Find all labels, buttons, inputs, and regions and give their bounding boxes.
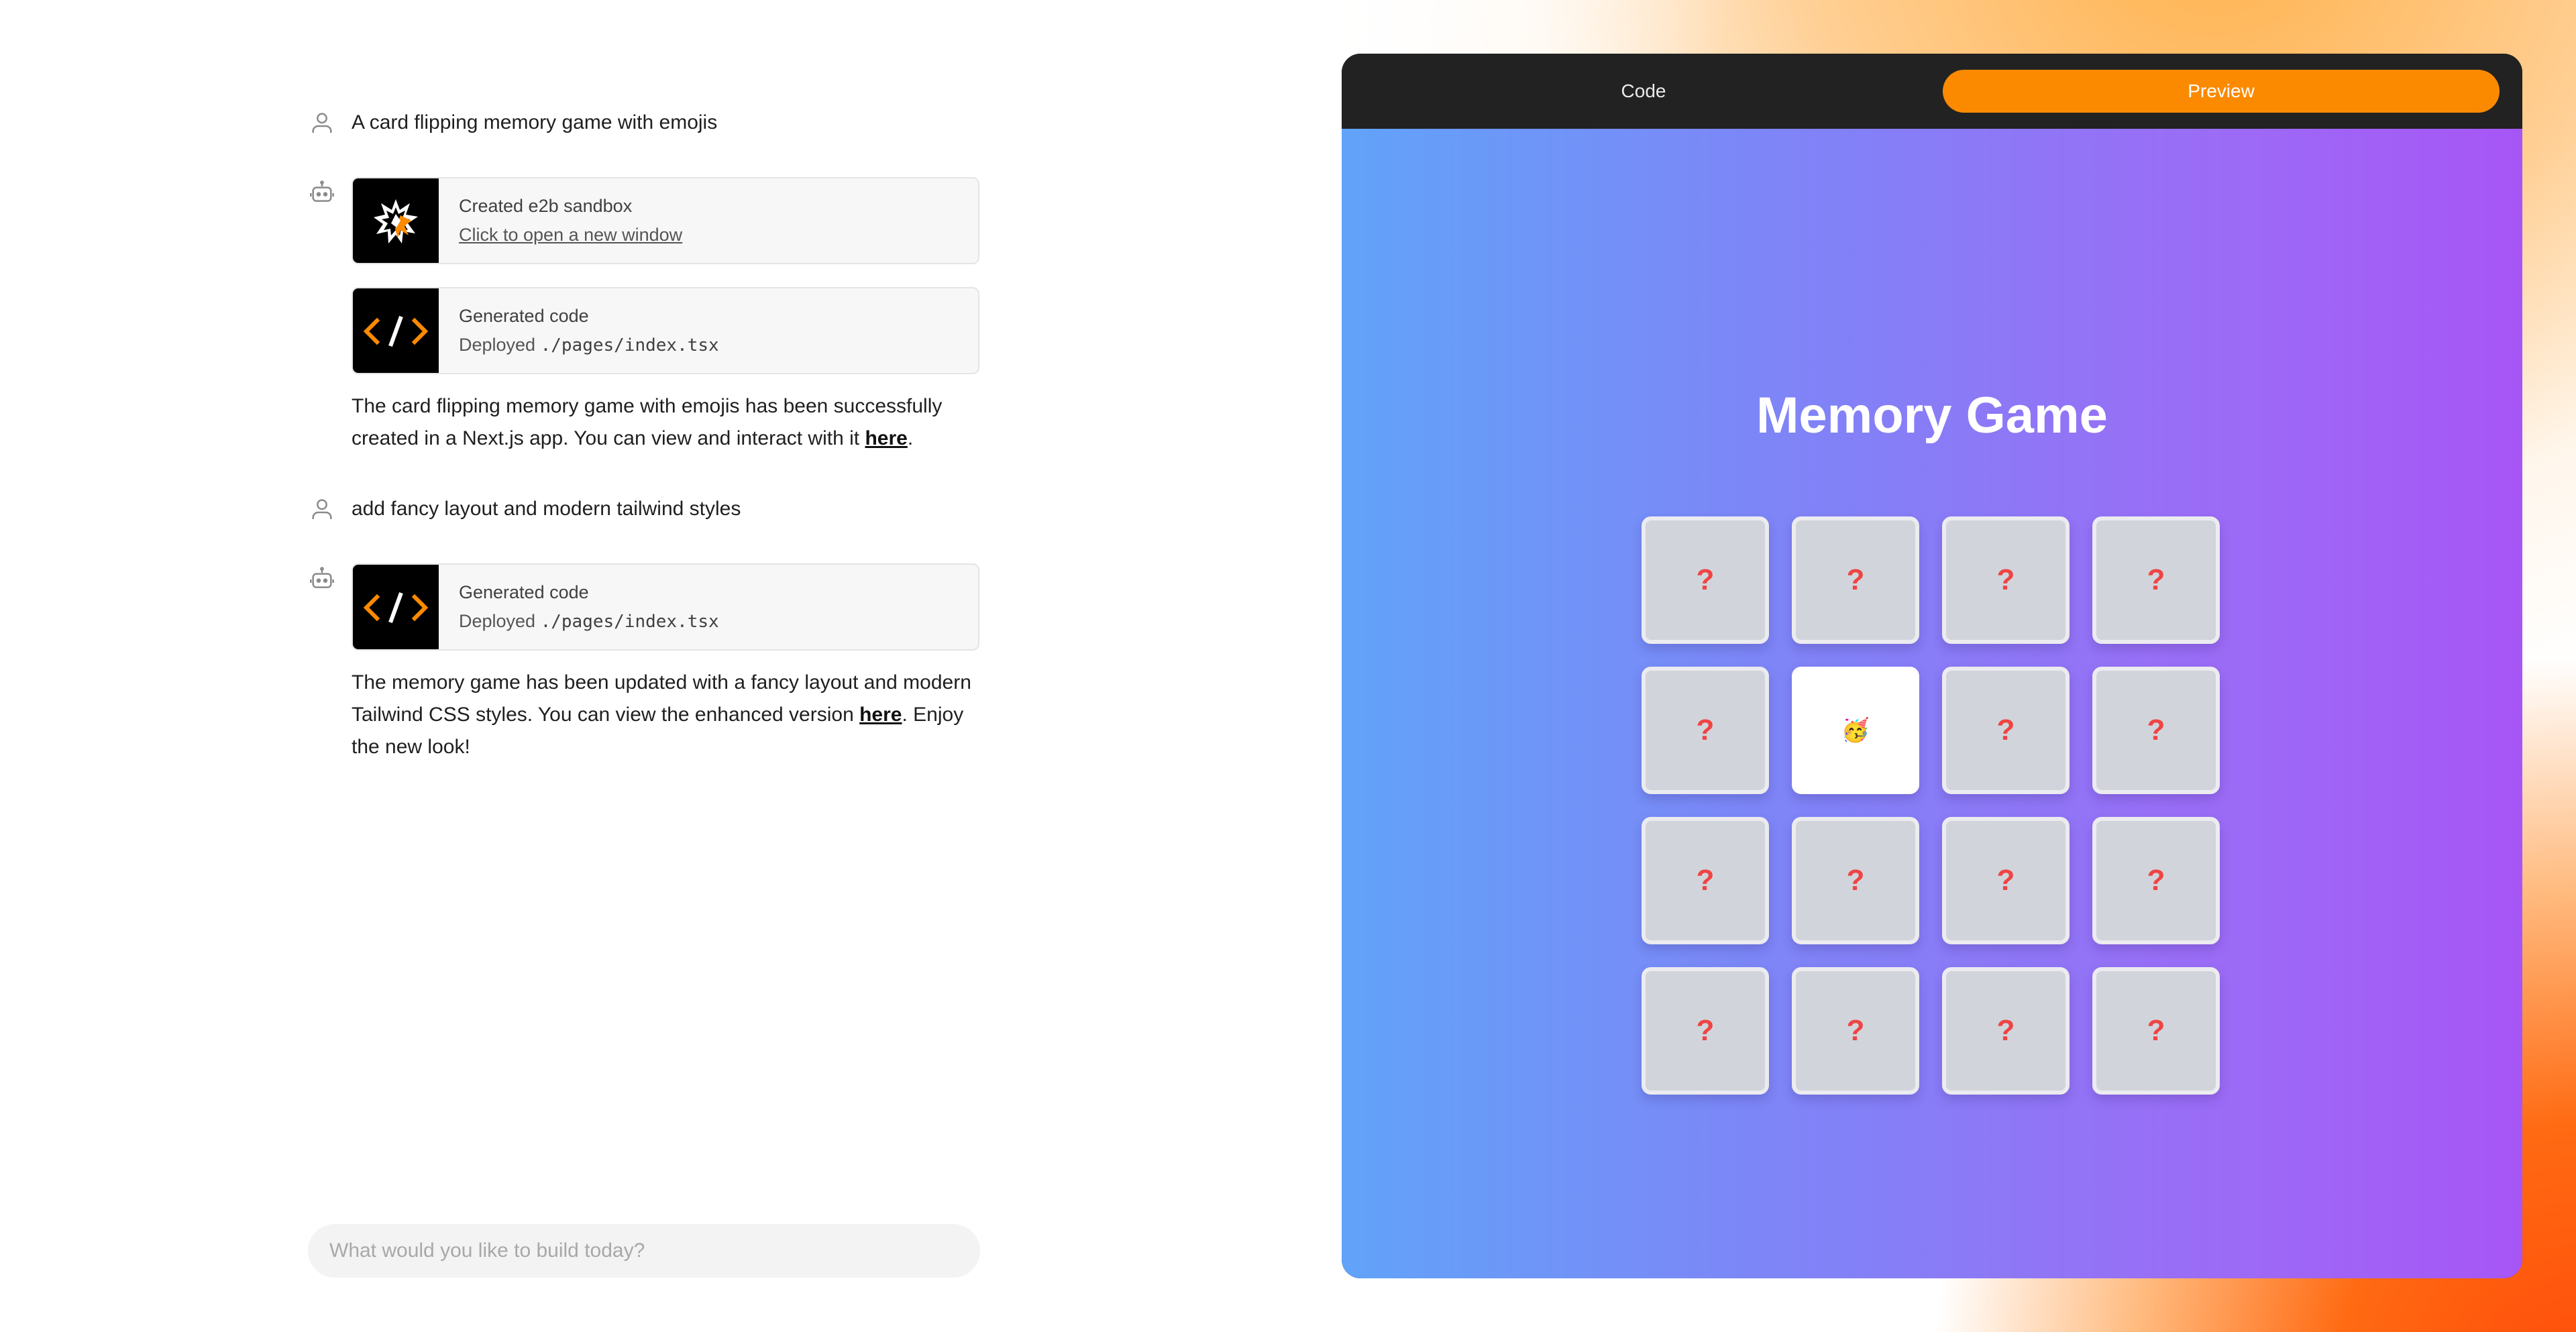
bot-icon [310, 180, 334, 202]
preview-panel: Code Preview Memory Game ????? 🥳?????????… [1342, 54, 2522, 1278]
deployed-label: Deployed [459, 611, 536, 631]
generated-code-card[interactable]: Generated code Deployed ./pages/index.ts… [352, 287, 979, 374]
memory-card-flipped[interactable]: 🥳 [1792, 667, 1919, 794]
file-path: ./pages/index.tsx [540, 335, 719, 355]
deployed-file: Deployed ./pages/index.tsx [459, 611, 719, 632]
memory-card[interactable]: ? [1792, 817, 1919, 944]
memory-card[interactable]: ? [1642, 667, 1769, 794]
memory-card[interactable]: ? [2092, 817, 2220, 944]
bot-icon [310, 567, 334, 588]
generated-code-card[interactable]: Generated code Deployed ./pages/index.ts… [352, 563, 979, 651]
memory-card[interactable]: ? [1942, 967, 2070, 1095]
memory-card[interactable]: ? [2092, 516, 2220, 644]
tab-code[interactable]: Code [1368, 70, 1919, 113]
memory-card[interactable]: ? [1642, 967, 1769, 1095]
assistant-message-text: The memory game has been updated with a … [352, 667, 982, 763]
assistant-text-body: The card flipping memory game with emoji… [352, 395, 943, 449]
code-brackets-icon [353, 565, 439, 649]
game-title: Memory Game [1756, 387, 2108, 444]
memory-card[interactable]: ? [1942, 817, 2070, 944]
assistant-text-tail: . [907, 427, 914, 449]
card-grid: ????? 🥳?????????? [1642, 516, 2224, 1095]
card-title: Generated code [459, 306, 589, 326]
prompt-input-container [308, 1224, 980, 1278]
memory-card[interactable]: ? [2092, 967, 2220, 1095]
deployed-file: Deployed ./pages/index.tsx [459, 335, 719, 355]
memory-card[interactable]: ? [2092, 667, 2220, 794]
assistant-message: Generated code Deployed ./pages/index.ts… [309, 503, 979, 763]
chat-thread: A card flipping memory game with emojis … [309, 101, 979, 795]
e2b-logo-icon [353, 178, 439, 263]
memory-card[interactable]: ? [1642, 516, 1769, 644]
card-title: Created e2b sandbox [459, 196, 633, 216]
open-sandbox-link[interactable]: Click to open a new window [459, 225, 682, 245]
assistant-message: Created e2b sandbox Click to open a new … [309, 117, 979, 455]
file-path: ./pages/index.tsx [540, 612, 719, 632]
tab-preview[interactable]: Preview [1943, 70, 2500, 113]
code-brackets-icon [353, 288, 439, 373]
card-title: Generated code [459, 582, 589, 602]
memory-card[interactable]: ? [1942, 516, 2070, 644]
assistant-message-text: The card flipping memory game with emoji… [352, 390, 982, 455]
here-link[interactable]: here [859, 704, 902, 726]
prompt-input[interactable] [308, 1224, 980, 1278]
here-link[interactable]: here [865, 427, 907, 449]
deployed-label: Deployed [459, 335, 536, 355]
memory-card[interactable]: ? [1642, 817, 1769, 944]
memory-card[interactable]: ? [1792, 967, 1919, 1095]
sandbox-card[interactable]: Created e2b sandbox Click to open a new … [352, 177, 979, 264]
memory-card[interactable]: ? [1792, 516, 1919, 644]
panel-tab-bar: Code Preview [1342, 54, 2522, 129]
app-preview: Memory Game ????? 🥳?????????? [1342, 129, 2522, 1278]
memory-card[interactable]: ? [1942, 667, 2070, 794]
